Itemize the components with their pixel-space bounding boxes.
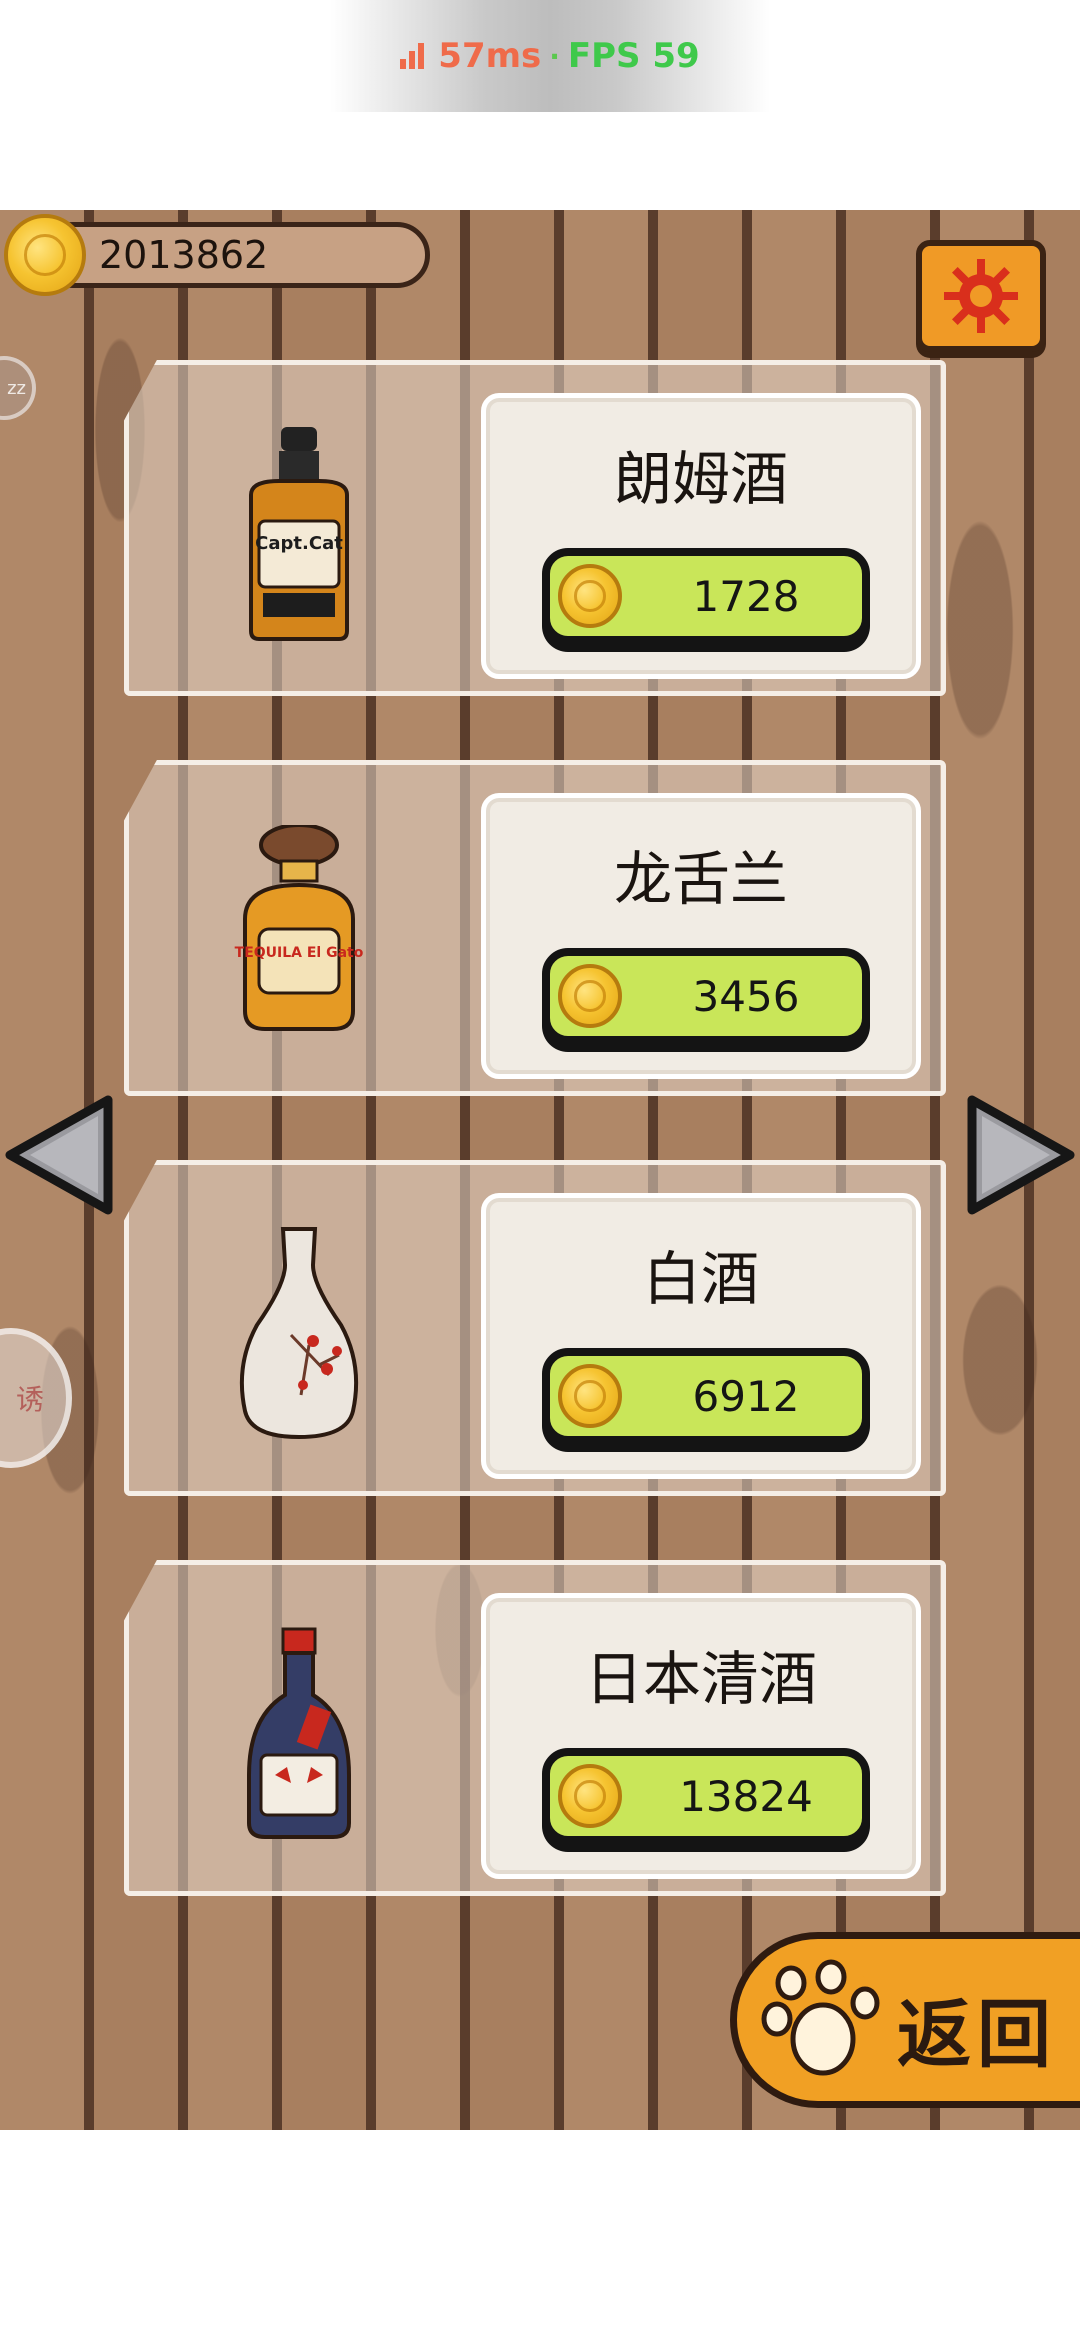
gear-icon xyxy=(944,259,1018,333)
paw-icon xyxy=(751,1957,883,2089)
settings-button[interactable] xyxy=(916,240,1046,352)
buy-button-rum[interactable]: 1728 xyxy=(542,548,870,644)
shop-item-sake: 日本清酒 13824 xyxy=(124,1560,946,1896)
coin-icon xyxy=(558,564,622,628)
item-card: 日本清酒 13824 xyxy=(481,1593,921,1879)
back-button-label: 返回 xyxy=(897,1992,1057,2078)
ping-text: 57ms xyxy=(438,36,542,76)
coin-icon xyxy=(558,1364,622,1428)
coin-icon xyxy=(558,964,622,1028)
coin-icon xyxy=(4,214,86,296)
rum-bottle-image: Capt.Cat xyxy=(249,427,349,641)
previous-page-arrow-icon[interactable] xyxy=(2,1090,122,1220)
fps-text: FPS 59 xyxy=(567,36,700,76)
shop-item-tequila: TEQUILA El Gato 龙舌兰 3456 xyxy=(124,760,946,1096)
item-name-tequila: 龙舌兰 xyxy=(613,845,788,913)
network-status-overlay: 57ms · FPS 59 xyxy=(330,0,770,112)
item-name-rum: 朗姆酒 xyxy=(613,445,788,513)
buy-button-baijiu[interactable]: 6912 xyxy=(542,1348,870,1444)
item-price-baijiu: 6912 xyxy=(692,1371,800,1421)
item-card: 白酒 6912 xyxy=(481,1193,921,1479)
buy-button-tequila[interactable]: 3456 xyxy=(542,948,870,1044)
item-price-sake: 13824 xyxy=(679,1771,813,1821)
separator: · xyxy=(549,39,560,73)
signal-icon xyxy=(400,43,425,69)
rum-bottle-label: Capt.Cat xyxy=(255,533,343,554)
tequila-bottle-label: TEQUILA El Gato xyxy=(235,945,364,961)
item-card: 朗姆酒 1728 xyxy=(481,393,921,679)
coin-balance-bar: 2013862 xyxy=(40,222,430,288)
baijiu-bottle-image xyxy=(239,1227,359,1440)
coin-balance: 2013862 xyxy=(99,233,269,277)
side-disc-text: 诱 xyxy=(15,1383,44,1416)
sake-bottle-image xyxy=(247,1627,351,1839)
item-card: 龙舌兰 3456 xyxy=(481,793,921,1079)
shop-item-rum: Capt.Cat 朗姆酒 1728 xyxy=(124,360,946,696)
game-screen: 2013862 zz Capt.Cat 朗姆酒 1728 TEQUILA El … xyxy=(0,210,1080,2130)
buy-button-sake[interactable]: 13824 xyxy=(542,1748,870,1844)
item-price-tequila: 3456 xyxy=(692,971,800,1021)
coin-icon xyxy=(558,1764,622,1828)
next-page-arrow-icon[interactable] xyxy=(958,1090,1078,1220)
back-button[interactable]: 返回 xyxy=(730,1932,1080,2108)
side-float-text: zz xyxy=(7,377,26,399)
tequila-bottle-image: TEQUILA El Gato xyxy=(235,825,364,1031)
item-name-baijiu: 白酒 xyxy=(642,1245,759,1313)
shop-item-baijiu: 白酒 6912 xyxy=(124,1160,946,1496)
item-name-sake: 日本清酒 xyxy=(584,1645,817,1713)
item-price-rum: 1728 xyxy=(692,571,800,621)
